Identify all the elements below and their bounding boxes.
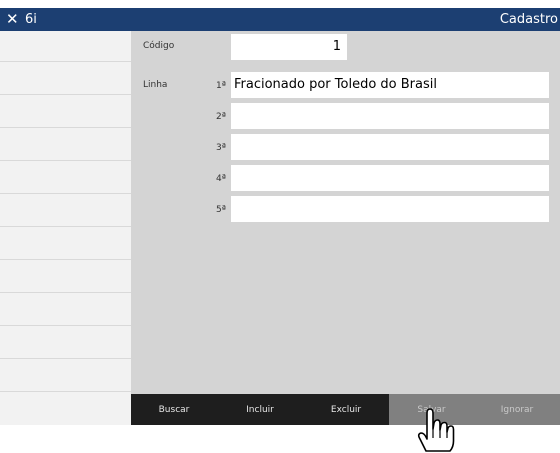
list-item[interactable] <box>0 196 131 227</box>
linha-label: Linha <box>143 80 168 90</box>
form-panel: Código 1 Linha 1ª Fracionado por Toledo … <box>131 31 560 394</box>
list-item[interactable] <box>0 295 131 326</box>
ignorar-button[interactable]: Ignorar <box>474 394 560 425</box>
incluir-button[interactable]: Incluir <box>217 394 303 425</box>
list-item[interactable] <box>0 31 131 62</box>
window-title: 6i <box>25 12 37 27</box>
screen-title: Cadastro <box>499 12 558 27</box>
codigo-value: 1 <box>332 39 341 54</box>
title-bar: ✕ 6i Cadastro <box>0 8 560 31</box>
list-item[interactable] <box>0 64 131 95</box>
line-5-field[interactable] <box>231 196 549 222</box>
line-4-field[interactable] <box>231 165 549 191</box>
list-item[interactable] <box>0 130 131 161</box>
list-item[interactable] <box>0 97 131 128</box>
record-list <box>0 31 131 425</box>
action-bar: Buscar Incluir Excluir Salvar Ignorar <box>131 394 560 425</box>
close-icon[interactable]: ✕ <box>6 9 19 29</box>
line-ordinal: 1ª <box>216 81 226 91</box>
line-3-field[interactable] <box>231 134 549 160</box>
line-ordinal: 3ª <box>216 143 226 153</box>
line-1-value: Fracionado por Toledo do Brasil <box>234 77 437 92</box>
list-item[interactable] <box>0 262 131 293</box>
codigo-field[interactable]: 1 <box>231 34 347 60</box>
buscar-button[interactable]: Buscar <box>131 394 217 425</box>
line-ordinal: 2ª <box>216 112 226 122</box>
line-1-field[interactable]: Fracionado por Toledo do Brasil <box>231 72 549 98</box>
codigo-label: Código <box>143 41 175 51</box>
line-2-field[interactable] <box>231 103 549 129</box>
list-item[interactable] <box>0 328 131 359</box>
list-item[interactable] <box>0 361 131 392</box>
line-ordinal: 4ª <box>216 174 226 184</box>
line-ordinal: 5ª <box>216 205 226 215</box>
list-item[interactable] <box>0 163 131 194</box>
list-item[interactable] <box>0 229 131 260</box>
excluir-button[interactable]: Excluir <box>303 394 389 425</box>
hand-pointer-icon <box>417 408 455 452</box>
